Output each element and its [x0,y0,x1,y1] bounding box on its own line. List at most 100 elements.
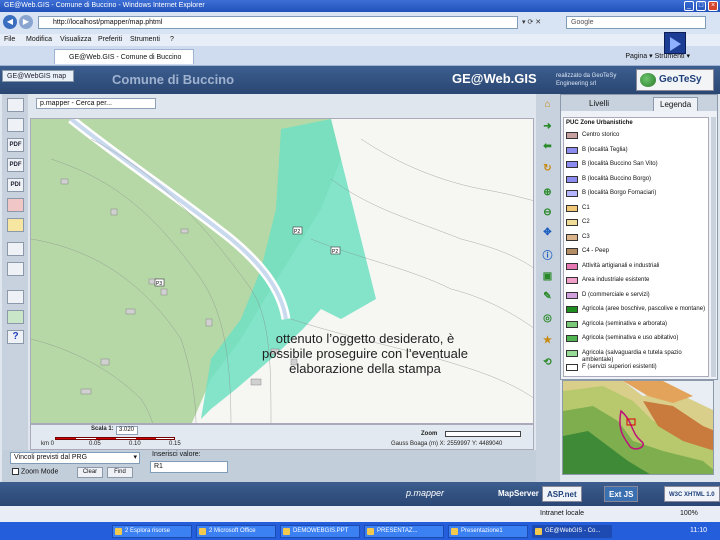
url-field[interactable]: http://localhost/pmapper/map.phtml [38,16,518,29]
tab-legend[interactable]: Legenda [653,97,699,111]
refresh-stop-icons[interactable]: ▾ ⟳ ✕ [522,16,562,29]
menu-edit[interactable]: Modifica [26,34,52,46]
help-icon[interactable]: ? [7,330,24,344]
zoom-in-icon[interactable]: ⊕ [540,186,555,200]
left-toolbar: PDF PDF PDI ? [2,94,28,450]
legend-label: B (località Buccino Borgo) [582,175,652,182]
menu-file[interactable]: File [4,34,15,46]
taskbar-item-presentaz[interactable]: PRESENTAZ... [364,525,444,538]
measure-icon[interactable]: ✎ [540,290,555,304]
find-button[interactable]: Find [107,467,133,478]
browser-tab[interactable]: GE@Web.GIS - Comune di Buccino [54,49,194,64]
legend-label: B (località Teglia) [582,146,628,153]
overlay-caption: ottenuto l’oggetto desiderato, è possibi… [262,331,468,376]
pdf-export-icon[interactable]: PDF [7,138,24,152]
menu-tools[interactable]: Strumenti [130,34,160,46]
locate-icon[interactable]: ◎ [540,312,555,326]
clock: 11:10 [690,527,707,534]
legend-list: PUC Zone Urbanistiche Centro storico B (l… [563,117,709,377]
pin-icon[interactable] [7,242,24,256]
checkbox-box[interactable] [12,468,19,475]
legend-label: B (località Borgo Fornaciari) [582,190,657,196]
identify-icon[interactable]: ⓘ [540,250,555,264]
globe-icon [640,73,656,87]
axis-icon[interactable] [7,262,24,276]
legend-label: C1 [582,204,590,211]
app-name: GE@Web.GIS [452,71,537,86]
tick-2: 0.10 [129,441,141,447]
comune-title: Comune di Buccino [112,72,235,87]
search-dropdown[interactable]: p.mapper - Cerca per... [36,98,156,109]
legend-swatch [566,175,578,183]
pdf-export-2-icon[interactable]: PDF [7,158,24,172]
legend-label: D (commerciale e servizi) [582,291,650,298]
overview-drawing [563,381,713,474]
geotesy-logo: GeoTeSy [636,69,714,91]
home-icon[interactable]: ⌂ [540,98,555,112]
app-header: GE@WebGIS map Comune di Buccino GE@Web.G… [0,66,720,94]
scale-bar: Scala 1: 3.020 km 0 0.05 0.10 0.15 Zoom … [30,424,534,450]
scale-input[interactable]: 3.020 [116,426,138,435]
taskbar-item-explorer[interactable]: 2 Esplora risorse [112,525,192,538]
legend-swatch [566,248,578,255]
play-icon[interactable] [664,32,686,54]
bookmark-icon[interactable]: ★ [540,334,555,348]
taskbar-item-ppt[interactable]: DEMOWEBGIS.PPT [280,525,360,538]
taskbar-item-gewebgis[interactable]: GE@WebGIS - Co... [532,525,612,538]
arrow-right-icon[interactable]: ➜ [540,120,555,134]
map-label-p3: P3 [156,281,162,287]
right-toolbar: ⌂ ➜ ⬅ ↻ ⊕ ⊖ ✥ ⓘ ▣ ✎ ◎ ★ ⟲ [536,94,560,482]
zoom-label: Zoom [421,431,438,437]
arrow-left-icon[interactable]: ⬅ [540,140,555,154]
layer-select[interactable]: Vincoli previsti dal PRG [10,452,140,464]
tick-0: km 0 [41,441,55,447]
clear-button[interactable]: Clear [77,467,103,478]
legend-swatch [566,161,578,168]
select-icon[interactable]: ▣ [540,270,555,284]
print-preview-icon[interactable] [7,98,24,112]
zone-status: Intranet locale [540,510,584,517]
taskbar-item-presentazione1[interactable]: Presentazione1 [448,525,528,538]
maximize-button[interactable]: □ [696,1,706,11]
printer-icon[interactable] [7,290,24,304]
poi-icon[interactable]: PDI [7,178,24,192]
value-input[interactable]: R1 [150,461,228,473]
menu-favorites[interactable]: Preferiti [98,34,122,46]
legend-label: Agricola (seminativa e uso abitativo) [582,335,679,341]
legend-swatch [566,204,578,212]
legend-scrollbar[interactable] [711,117,716,377]
taskbar-item-office[interactable]: 2 Microsoft Office [196,525,276,538]
pan-icon[interactable]: ✥ [540,226,555,240]
minimize-button[interactable]: _ [684,1,694,11]
search-input[interactable]: Google [566,16,706,29]
download-icon[interactable] [7,310,24,324]
brand-tab[interactable]: GE@WebGIS map [2,70,74,82]
zoom-level[interactable]: 100% [680,506,698,522]
zoom-out-icon[interactable]: ⊖ [540,206,555,220]
layers-icon[interactable] [7,198,24,212]
refresh-map-icon[interactable]: ↻ [540,162,555,176]
tab-layers[interactable]: Livelli [589,99,609,108]
ruler-icon[interactable] [7,218,24,232]
map-canvas[interactable]: P2 P2 P3 ottenuto l’oggetto desiderato, … [30,118,534,424]
menu-help[interactable]: ? [170,34,174,46]
forward-icon[interactable]: ▶ [19,15,33,29]
zoom-slider[interactable] [445,431,521,437]
map-label-p2b: P2 [332,249,338,255]
overview-map[interactable] [562,380,714,475]
menu-view[interactable]: Visualizza [60,34,91,46]
scale-graphic [55,437,175,440]
legend-label: C3 [582,233,590,240]
zoom-mode-checkbox[interactable]: Zoom Mode [12,468,58,475]
value-label: Inserisci valore: [152,451,201,458]
legend-panel: Livelli Legenda PUC Zone Urbanistiche Ce… [560,94,718,380]
back-icon[interactable]: ◀ [3,15,17,29]
legend-swatch [566,219,578,226]
xhtml-badge: W3C XHTML 1.0 [664,486,720,502]
table-icon[interactable] [7,118,24,132]
legend-swatch [566,190,578,197]
map-drawing: P2 P2 P3 [31,119,533,423]
reload-icon[interactable]: ⟲ [540,356,555,370]
legend-label: F (servizi superiori esistenti) [582,364,657,370]
close-button[interactable]: × [708,1,718,11]
